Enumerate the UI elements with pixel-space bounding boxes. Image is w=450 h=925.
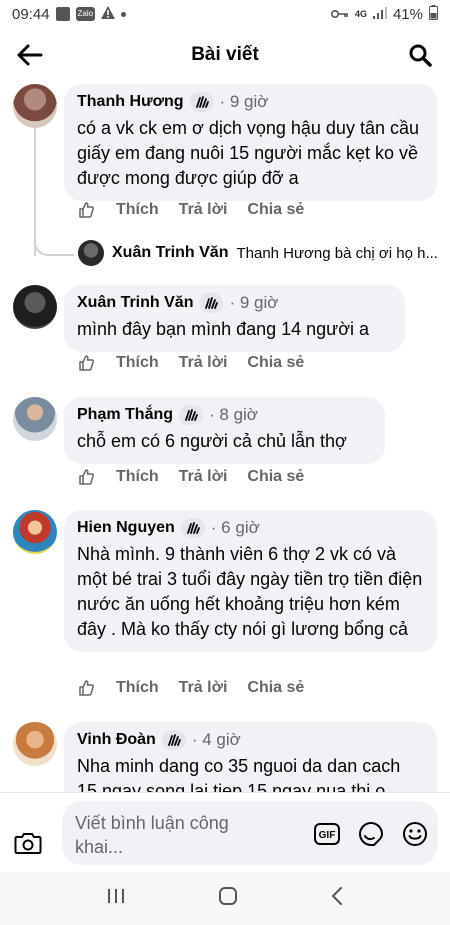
camera-icon bbox=[14, 833, 42, 854]
wave-badge-icon bbox=[189, 92, 214, 112]
reply-text: Thanh Hương bà chị ơi họ h... bbox=[236, 244, 438, 262]
comment-author[interactable]: Thanh Hương bbox=[77, 93, 184, 111]
comments-list[interactable]: Thanh Hương · 9 giờ có a vk ck em ơ dịch… bbox=[0, 82, 450, 792]
reply-author[interactable]: Xuân Trinh Văn bbox=[112, 244, 228, 262]
zalo-notification-icon: Zalo bbox=[75, 7, 96, 21]
search-button[interactable] bbox=[404, 39, 436, 71]
comment-author[interactable]: Xuân Trinh Văn bbox=[77, 294, 193, 312]
wave-badge-icon bbox=[199, 293, 224, 313]
comment-input[interactable]: Viết bình luận công khai... GIF bbox=[62, 801, 438, 865]
react-icon[interactable] bbox=[76, 467, 96, 487]
avatar[interactable] bbox=[13, 722, 57, 766]
avatar[interactable] bbox=[13, 397, 57, 441]
comment-author[interactable]: Vinh Đoàn bbox=[77, 731, 156, 749]
react-icon[interactable] bbox=[76, 200, 96, 220]
emoji-icon bbox=[403, 822, 427, 846]
warning-icon bbox=[101, 5, 116, 23]
like-button[interactable]: Thích bbox=[116, 201, 159, 219]
reply-button[interactable]: Trả lời bbox=[179, 679, 228, 697]
comment-text: mình đây bạn mình đang 14 người a bbox=[77, 319, 370, 339]
comment-bubble: Vinh Đoàn · 4 giờ Nha minh dang co 35 ng… bbox=[64, 722, 437, 792]
system-nav-bar bbox=[0, 872, 450, 925]
back-chevron-icon bbox=[331, 887, 342, 905]
reply-button[interactable]: Trả lời bbox=[179, 468, 228, 486]
avatar[interactable] bbox=[13, 285, 57, 329]
avatar[interactable] bbox=[78, 240, 104, 266]
back-nav-button[interactable] bbox=[330, 886, 344, 911]
comment-bubble: Hien Nguyen · 6 giờ Nhà mình. 9 thành vi… bbox=[64, 510, 437, 652]
facebook-notification-icon bbox=[55, 7, 70, 21]
comment-actions: Thích Trả lời Chia sẻ bbox=[76, 353, 304, 373]
status-time: 09:44 bbox=[12, 5, 50, 23]
comment-author[interactable]: Hien Nguyen bbox=[77, 519, 175, 537]
comment-text: Nha minh dang co 35 nguoi da dan cach 15… bbox=[77, 756, 401, 792]
key-icon bbox=[330, 6, 349, 23]
share-button[interactable]: Chia sẻ bbox=[247, 679, 304, 697]
signal-icon bbox=[372, 6, 387, 23]
comment-actions: Thích Trả lời Chia sẻ bbox=[76, 467, 304, 487]
app-header: Bài viết bbox=[0, 28, 450, 82]
home-icon bbox=[219, 887, 237, 905]
comment-time: · 9 giờ bbox=[229, 293, 279, 312]
home-button[interactable] bbox=[218, 886, 238, 911]
react-icon[interactable] bbox=[76, 353, 96, 373]
recent-apps-button[interactable] bbox=[106, 887, 126, 910]
reply-preview[interactable]: Xuân Trinh Văn Thanh Hương bà chị ơi họ … bbox=[78, 240, 438, 266]
comment-bubble: Xuân Trinh Văn · 9 giờ mình đây bạn mình… bbox=[64, 285, 405, 352]
comment-bubble: Phạm Thắng · 8 giờ chỗ em có 6 người cả … bbox=[64, 397, 385, 464]
comment-time: · 4 giờ bbox=[191, 730, 241, 749]
comment-text: chỗ em có 6 người cả chủ lẫn thợ bbox=[77, 431, 347, 451]
comment-time: · 6 giờ bbox=[210, 518, 260, 537]
share-button[interactable]: Chia sẻ bbox=[247, 468, 304, 486]
gif-icon: GIF bbox=[314, 823, 340, 845]
like-button[interactable]: Thích bbox=[116, 468, 159, 486]
comment-composer: Viết bình luận công khai... GIF bbox=[0, 792, 450, 872]
thread-connector bbox=[34, 234, 74, 256]
status-bar: 09:44 Zalo 4G 41% bbox=[0, 0, 450, 28]
comment-actions: Thích Trả lời Chia sẻ bbox=[76, 200, 304, 220]
back-button[interactable] bbox=[14, 39, 46, 71]
like-button[interactable]: Thích bbox=[116, 354, 159, 372]
sticker-icon bbox=[358, 821, 384, 847]
avatar[interactable] bbox=[13, 84, 57, 128]
comment-author[interactable]: Phạm Thắng bbox=[77, 406, 173, 424]
network-type: 4G bbox=[354, 9, 367, 19]
reply-button[interactable]: Trả lời bbox=[179, 354, 228, 372]
sticker-button[interactable] bbox=[358, 821, 384, 847]
wave-badge-icon bbox=[180, 518, 205, 538]
battery-level: 41% bbox=[392, 5, 423, 23]
react-icon[interactable] bbox=[76, 678, 96, 698]
comment-time: · 9 giờ bbox=[219, 92, 269, 111]
page-title: Bài viết bbox=[191, 44, 259, 65]
comment-bubble: Thanh Hương · 9 giờ có a vk ck em ơ dịch… bbox=[64, 84, 437, 201]
camera-button[interactable] bbox=[14, 831, 42, 860]
share-button[interactable]: Chia sẻ bbox=[247, 201, 304, 219]
more-notifications-dot bbox=[121, 11, 127, 17]
avatar[interactable] bbox=[13, 510, 57, 554]
wave-badge-icon bbox=[161, 730, 186, 750]
gif-label: GIF bbox=[319, 830, 336, 841]
comment-input-placeholder: Viết bình luận công khai... bbox=[75, 813, 229, 857]
like-button[interactable]: Thích bbox=[116, 679, 159, 697]
search-icon bbox=[409, 44, 432, 67]
comment-text: Nhà mình. 9 thành viên 6 thợ 2 vk có và … bbox=[77, 544, 423, 639]
back-arrow-icon bbox=[17, 44, 43, 66]
gif-button[interactable]: GIF bbox=[314, 821, 340, 847]
comment-text: có a vk ck em ơ dịch vọng hậu duy tân cầ… bbox=[77, 118, 419, 188]
reply-button[interactable]: Trả lời bbox=[179, 201, 228, 219]
comment-actions: Thích Trả lời Chia sẻ bbox=[76, 678, 304, 698]
recent-apps-icon bbox=[108, 889, 124, 903]
wave-badge-icon bbox=[179, 405, 204, 425]
battery-icon bbox=[429, 4, 438, 24]
share-button[interactable]: Chia sẻ bbox=[247, 354, 304, 372]
comment-time: · 8 giờ bbox=[209, 405, 258, 424]
emoji-button[interactable] bbox=[402, 821, 428, 847]
